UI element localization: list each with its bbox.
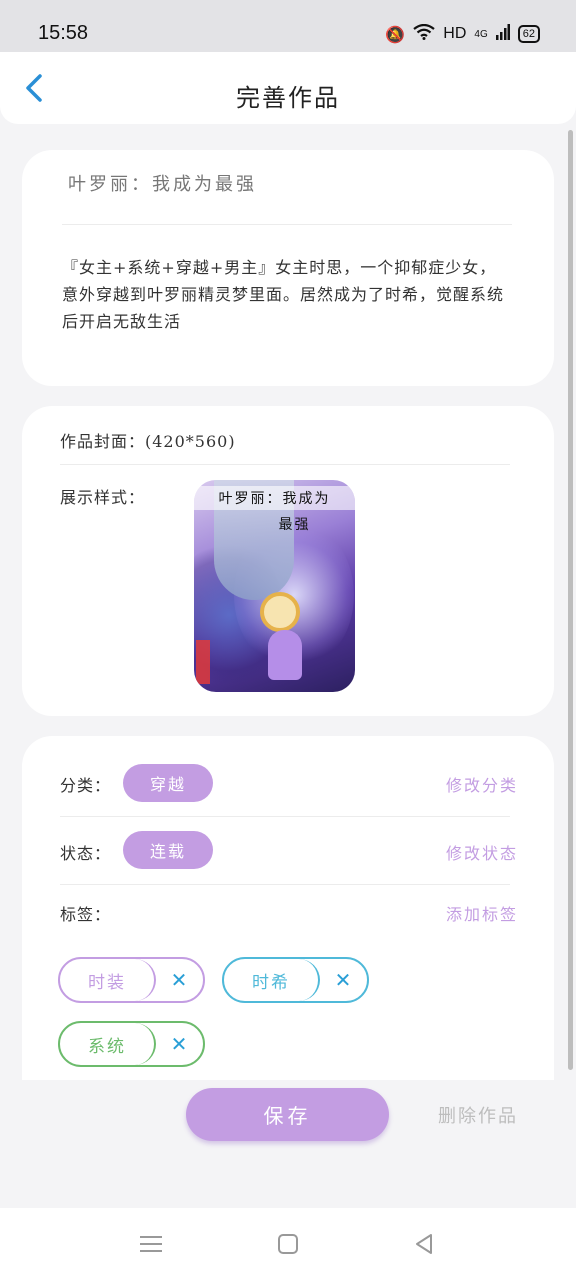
add-tag-button[interactable]: 添加标签 — [446, 901, 518, 925]
signal-icon — [495, 24, 510, 44]
tag-label: 时装 — [60, 959, 156, 1001]
tag-chip: 时装 ✕ — [58, 957, 205, 1003]
mute-icon: 🔕 — [385, 24, 406, 44]
work-title-input[interactable]: 叶罗丽：我成为最强 — [68, 170, 257, 196]
cover-caption-line: 最强 — [278, 517, 311, 533]
triangle-back-icon — [416, 1234, 432, 1254]
close-icon: ✕ — [170, 1032, 188, 1056]
edit-category-button[interactable]: 修改分类 — [446, 772, 518, 796]
network-label: HD — [443, 25, 467, 42]
remove-tag-button[interactable]: ✕ — [331, 968, 355, 992]
cover-caption-line: 叶罗丽：我成为 — [194, 486, 355, 510]
tag-chip: 系统 ✕ — [58, 1021, 205, 1067]
nav-bar: 完善作品 — [0, 52, 576, 124]
scrollbar[interactable] — [568, 130, 573, 1070]
battery-icon: 62 — [517, 25, 540, 43]
work-description-input[interactable]: 『女主+系统+穿越+男主』女主时思，一个抑郁症少女，意外穿越到叶罗丽精灵梦里面。… — [62, 254, 510, 335]
divider — [60, 816, 510, 817]
remove-tag-button[interactable]: ✕ — [167, 1032, 191, 1056]
delete-work-button[interactable]: 删除作品 — [438, 1102, 518, 1128]
display-style-label: 展示样式： — [60, 488, 146, 507]
cover-art-layer — [196, 640, 210, 684]
status-label: 状态： — [60, 844, 112, 863]
save-button[interactable]: 保存 — [186, 1088, 389, 1141]
close-icon: ✕ — [170, 968, 188, 992]
cover-card: 作品封面：(420*560) 展示样式： 叶罗丽：我成为 最强 — [22, 406, 554, 716]
divider — [62, 224, 512, 225]
status-badge: 连载 — [123, 831, 213, 869]
category-label: 分类： — [60, 776, 112, 795]
status-bar: 15:58 🔕 HD 4G 62 — [0, 0, 576, 52]
status-time: 15:58 — [38, 22, 89, 44]
divider — [60, 464, 510, 465]
signal-label: 4G — [474, 28, 488, 40]
close-icon: ✕ — [334, 968, 352, 992]
cover-art-layer — [260, 592, 300, 632]
meta-card: 分类： 穿越 修改分类 状态： 连载 修改状态 标签： 添加标签 时装 ✕ 时希… — [22, 736, 554, 1080]
home-icon — [278, 1234, 298, 1254]
tag-label: 时希 — [224, 959, 320, 1001]
tags-label: 标签： — [60, 905, 112, 924]
menu-icon — [140, 1236, 162, 1252]
tag-label: 系统 — [60, 1023, 156, 1065]
cover-caption: 叶罗丽：我成为 最强 — [194, 486, 355, 534]
status-icons: 🔕 HD 4G 62 — [385, 23, 540, 44]
remove-tag-button[interactable]: ✕ — [167, 968, 191, 992]
wifi-icon — [413, 23, 435, 44]
cover-art-layer — [268, 630, 302, 680]
back-nav-button[interactable] — [404, 1228, 444, 1260]
category-badge: 穿越 — [123, 764, 213, 802]
menu-button[interactable] — [131, 1228, 171, 1260]
page-title: 完善作品 — [236, 84, 340, 112]
work-info-card: 叶罗丽：我成为最强 『女主+系统+穿越+男主』女主时思，一个抑郁症少女，意外穿越… — [22, 150, 554, 386]
cover-label: 作品封面：(420*560) — [60, 432, 236, 451]
system-nav-bar — [0, 1208, 576, 1280]
tag-chip: 时希 ✕ — [222, 957, 369, 1003]
cover-image[interactable]: 叶罗丽：我成为 最强 — [194, 480, 355, 692]
divider — [60, 884, 510, 885]
home-button[interactable] — [268, 1228, 308, 1260]
edit-status-button[interactable]: 修改状态 — [446, 840, 518, 864]
